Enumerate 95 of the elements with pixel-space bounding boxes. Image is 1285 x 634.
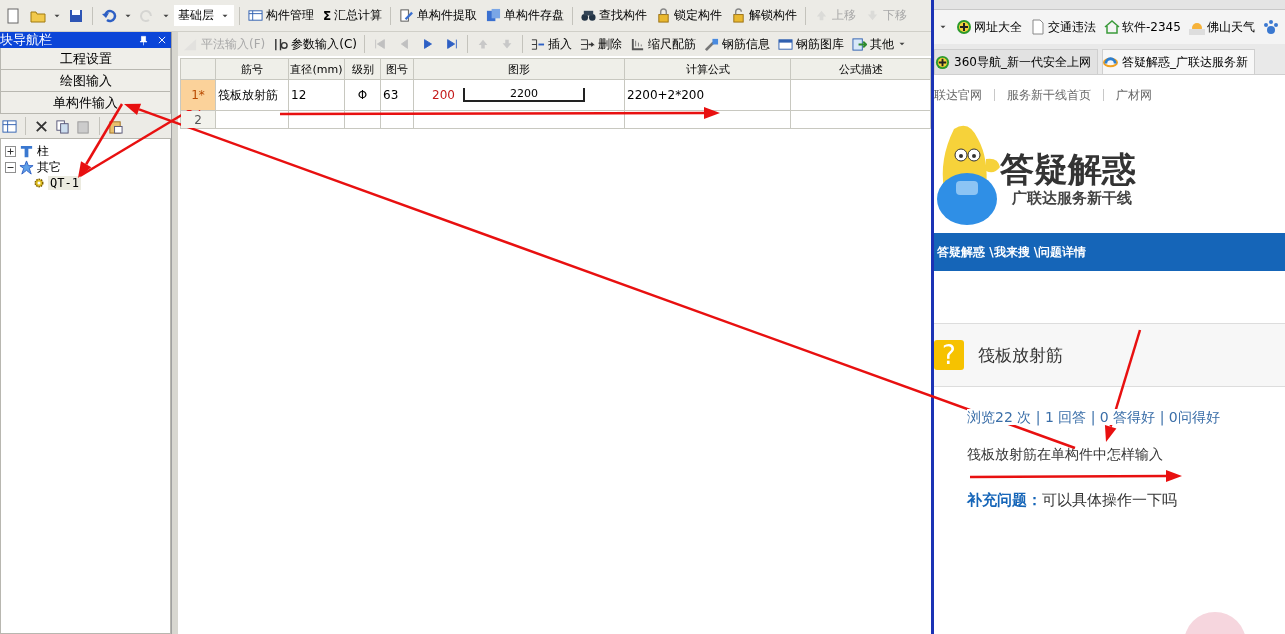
toolbar-button[interactable]: 锁定构件 bbox=[653, 5, 726, 26]
toolbar-button[interactable]: Σ 汇总计算 bbox=[320, 5, 386, 26]
column-header: 筋号 bbox=[215, 58, 289, 80]
delete-icon bbox=[34, 118, 49, 134]
skip-forward-icon bbox=[445, 37, 459, 51]
save-icon bbox=[68, 7, 84, 24]
nav-section-button[interactable]: 工程设置 bbox=[0, 48, 172, 70]
dimension-label: 2200 bbox=[508, 88, 539, 99]
insert-row-icon bbox=[530, 36, 545, 52]
column-header: 直径(mm) bbox=[288, 58, 345, 80]
column-header: 级别 bbox=[344, 58, 381, 80]
unlock-icon bbox=[731, 8, 747, 23]
browser-tab[interactable]: 360导航_新一代安全上网 bbox=[934, 49, 1098, 74]
expand-toggle[interactable] bbox=[5, 145, 16, 157]
column-header: 图形 bbox=[413, 58, 625, 80]
layer-label: 基础层 bbox=[178, 7, 214, 24]
skip-back-icon bbox=[373, 37, 387, 51]
nav-section-button[interactable]: 单构件输入 bbox=[0, 92, 172, 114]
collapse-toggle[interactable] bbox=[5, 161, 16, 173]
toolbar-button[interactable]: 查找构件 bbox=[578, 5, 651, 26]
table-cell: 筏板放射筋 bbox=[215, 79, 289, 111]
pin-icon bbox=[138, 34, 150, 46]
delete-row-icon bbox=[580, 36, 595, 52]
browser-logo-icon bbox=[1102, 54, 1118, 70]
bookmark-link[interactable]: 佛山天气 bbox=[1188, 18, 1255, 36]
plus-circle-icon bbox=[935, 54, 950, 70]
column-header: 公式描述 bbox=[790, 58, 931, 80]
nav-link[interactable]: 广材网 bbox=[1103, 89, 1164, 101]
toolbar-button[interactable]: 钢筋信息 bbox=[701, 33, 773, 55]
toolbar-button[interactable]: 构件管理 bbox=[245, 5, 317, 26]
grid-icon bbox=[248, 8, 263, 23]
toolbar-button[interactable]: 插入 bbox=[527, 33, 575, 55]
plus-circle-icon bbox=[956, 19, 972, 35]
toolbar-button[interactable]: 解锁构件 bbox=[728, 5, 801, 26]
grid-icon bbox=[2, 118, 17, 134]
site-logo-title: 答疑解惑 bbox=[1000, 148, 1136, 189]
nav-link[interactable]: 联达官网 bbox=[934, 89, 994, 101]
binoculars-icon bbox=[581, 8, 597, 23]
gear-icon bbox=[33, 177, 45, 189]
question-title: 筏板放射筋 bbox=[978, 343, 1063, 367]
undo-icon bbox=[101, 7, 117, 24]
nav-link[interactable]: 服务新干线首页 bbox=[994, 89, 1103, 101]
bookmark-link[interactable]: 软件-2345 bbox=[1104, 18, 1181, 36]
question-stats: 浏览22 次 | 1 回答 | 0 答得好 | 0问得好 bbox=[967, 409, 1220, 425]
bookmark-link[interactable]: 网址大全 bbox=[956, 18, 1022, 36]
paw-icon bbox=[1262, 19, 1279, 35]
column-icon bbox=[19, 143, 34, 159]
table-cell: Φ bbox=[344, 79, 381, 111]
table-cell bbox=[344, 110, 381, 129]
column-header: 图号 bbox=[380, 58, 414, 80]
copy-icon bbox=[55, 118, 70, 134]
table-cell: 12 bbox=[288, 79, 345, 111]
house-icon bbox=[1104, 19, 1120, 35]
lock-icon bbox=[656, 8, 672, 23]
toolbar-button[interactable]: 单构件存盘 bbox=[483, 5, 568, 26]
question-mark-icon: ? bbox=[934, 340, 964, 370]
toolbar-button[interactable]: 删除 bbox=[577, 33, 625, 55]
breadcrumb[interactable]: 答疑解惑 \我来搜 \问题详情 bbox=[937, 243, 1087, 261]
toolbar-button[interactable]: 钢筋图库 bbox=[775, 33, 847, 55]
toolbar-button[interactable]: 缩尺配筋 bbox=[627, 33, 699, 55]
column-header: 计算公式 bbox=[624, 58, 791, 80]
tree-item[interactable]: 柱 bbox=[37, 142, 49, 160]
toolbar-button[interactable]: 其他 bbox=[849, 33, 910, 55]
table-cell bbox=[288, 110, 345, 129]
question-text: 筏板放射筋在单构件中怎样输入 bbox=[967, 446, 1164, 464]
table-cell: 2200+2*200 bbox=[624, 79, 791, 111]
arrow-up-icon bbox=[476, 37, 490, 51]
star-icon bbox=[19, 159, 34, 175]
site-logo-subtitle: 广联达服务新干线 bbox=[1012, 188, 1133, 208]
toolbar-button[interactable]: 参数输入(C) bbox=[270, 33, 360, 55]
tree-item[interactable]: QT-1 bbox=[48, 176, 81, 190]
table-cell: 63 bbox=[380, 79, 414, 111]
bookmark-link[interactable]: 交通违法 bbox=[1030, 18, 1096, 36]
new-file-icon bbox=[5, 7, 21, 24]
corner-cell bbox=[180, 58, 216, 80]
page-icon bbox=[1030, 19, 1046, 35]
triangle-right-icon bbox=[421, 37, 435, 51]
row-header[interactable]: 1* bbox=[180, 79, 216, 111]
arrow-down-icon bbox=[500, 37, 514, 51]
window-icon bbox=[778, 36, 793, 52]
supplement-text: 补充问题：可以具体操作一下吗 bbox=[967, 491, 1178, 510]
nav-section-button[interactable]: 绘图输入 bbox=[0, 70, 172, 92]
ruler-icon bbox=[630, 36, 645, 52]
browser-tab[interactable]: 答疑解惑_广联达服务新 bbox=[1101, 49, 1255, 74]
export-icon bbox=[852, 36, 867, 52]
tree-item[interactable]: 其它 bbox=[37, 158, 61, 176]
pencil-icon bbox=[399, 8, 415, 23]
toolbar-button[interactable]: 单构件提取 bbox=[396, 5, 481, 26]
wrench-icon bbox=[704, 36, 719, 52]
disk-icon bbox=[486, 8, 502, 23]
close-icon bbox=[157, 35, 168, 45]
dimension-label: 200 bbox=[432, 88, 455, 102]
layer-dropdown[interactable]: 基础层 bbox=[174, 5, 234, 26]
sigma-icon: Σ bbox=[323, 8, 332, 23]
panel-title: 块导航栏 bbox=[0, 31, 52, 49]
